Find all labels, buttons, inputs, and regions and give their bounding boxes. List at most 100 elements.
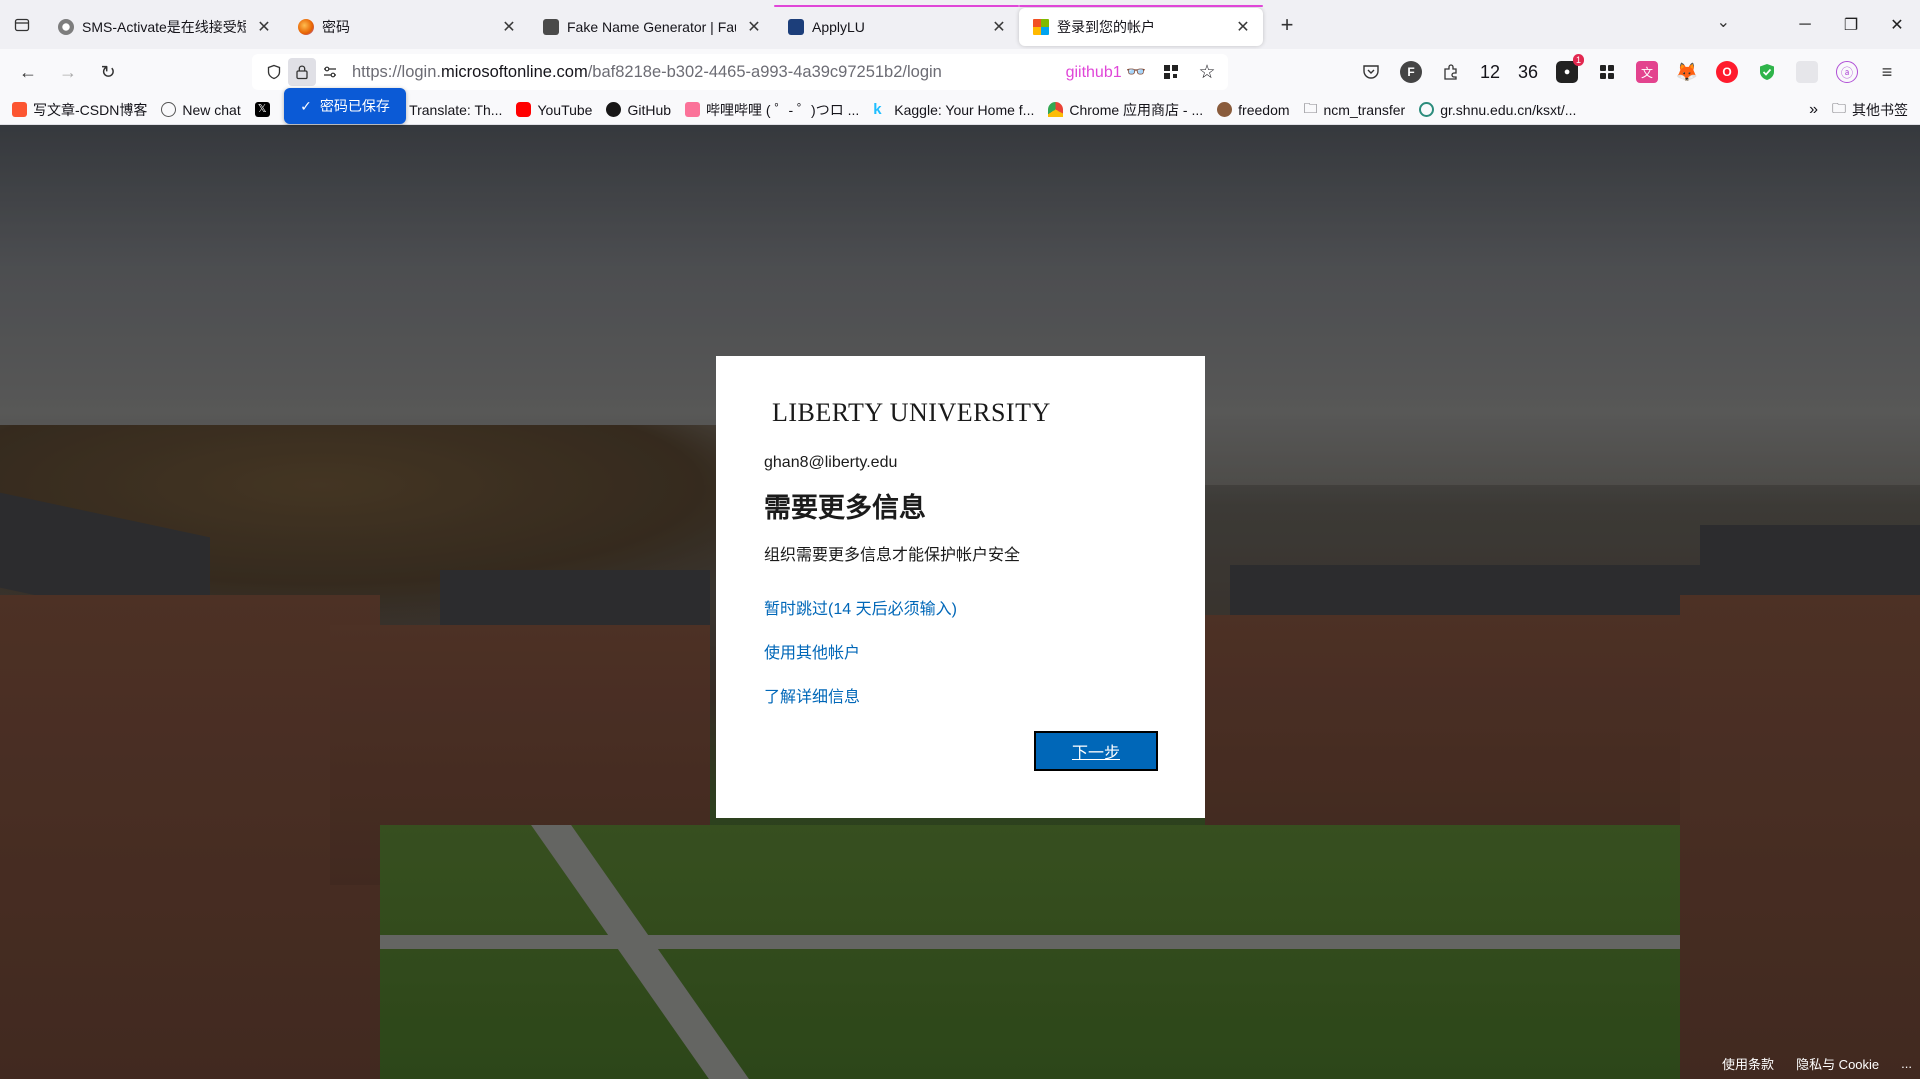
bookmark-bilibili[interactable]: 哔哩哔哩 ( ゜- ゜)つロ ...: [685, 100, 859, 120]
profile-avatar-icon[interactable]: ⓐ: [1836, 61, 1859, 83]
tab-passwords[interactable]: 密码 ✕: [284, 8, 529, 46]
bookmark-label: New chat: [182, 101, 241, 118]
shnu-icon: [1419, 102, 1435, 117]
pocket-icon[interactable]: [1360, 61, 1382, 83]
next-button[interactable]: 下一步: [1034, 731, 1158, 771]
extension-blank-icon[interactable]: [1796, 61, 1819, 83]
opera-icon[interactable]: O: [1716, 61, 1739, 83]
menu-hamburger-icon[interactable]: ≡: [1876, 61, 1898, 83]
bookmark-label: YouTube: [537, 101, 593, 118]
close-icon[interactable]: ✕: [254, 17, 274, 37]
bookmark-label: Chrome 应用商店 - ...: [1069, 101, 1204, 118]
terms-of-use-link[interactable]: 使用条款: [1722, 1054, 1774, 1073]
fake-name-generator-favicon-icon: [543, 18, 559, 35]
password-saved-text: 密码已保存: [319, 98, 390, 114]
kaggle-icon: k: [873, 101, 882, 118]
new-tab-button[interactable]: +: [1269, 7, 1305, 43]
tab-sms-activate[interactable]: SMS-Activate是在线接受短信的 ✕: [44, 8, 284, 46]
youtube-icon: [516, 102, 532, 117]
metamask-fox-icon[interactable]: 🦊: [1676, 61, 1698, 83]
signin-card: LIBERTY UNIVERSITY ghan8@liberty.edu 需要更…: [716, 356, 1205, 818]
extension-counter[interactable]: 12: [1480, 62, 1500, 83]
privacy-cookies-link[interactable]: 隐私与 Cookie: [1796, 1054, 1879, 1073]
bookmark-ncm-transfer[interactable]: 🗀 ncm_transfer: [1304, 98, 1406, 122]
page-description: 组织需要更多信息才能保护帐户安全: [764, 547, 1021, 564]
url-path: /baf8218e-b302-4465-a993-4a39c97251b2/lo…: [587, 62, 942, 81]
bookmark-youtube[interactable]: YouTube: [516, 102, 592, 118]
organization-logo: LIBERTY UNIVERSITY: [772, 398, 1051, 427]
freedom-icon: [1217, 102, 1233, 117]
more-options-link[interactable]: ...: [1901, 1056, 1912, 1071]
checkmark-icon: ✓: [300, 97, 312, 114]
translate-icon[interactable]: 文: [1636, 61, 1659, 83]
bookmark-kaggle[interactable]: k Kaggle: Your Home f...: [873, 102, 1034, 118]
shield-check-icon[interactable]: [1756, 61, 1778, 83]
tracking-protection-shield-icon[interactable]: [260, 58, 288, 86]
x-logo-icon: 𝕏: [254, 102, 270, 117]
close-icon[interactable]: ✕: [1233, 17, 1253, 37]
chevron-down-icon[interactable]: ⌄: [1717, 12, 1730, 32]
bookmarks-right: » 🗀 其他书签: [1809, 95, 1908, 125]
folder-icon: 🗀: [1303, 99, 1318, 116]
tab-title: 密码: [322, 18, 350, 35]
bilibili-icon: [685, 102, 701, 117]
url-bar[interactable]: https://login.microsoftonline.com/baf821…: [252, 54, 1228, 90]
password-extension-label[interactable]: giithub1 👓: [1066, 62, 1146, 82]
use-another-account-link[interactable]: 使用其他帐户: [764, 639, 1157, 663]
bookmark-chrome-store[interactable]: Chrome 应用商店 - ...: [1048, 100, 1203, 120]
learn-more-link[interactable]: 了解详细信息: [764, 683, 1157, 707]
restore-icon[interactable]: ❐: [1828, 15, 1874, 35]
permissions-icon[interactable]: [316, 58, 344, 86]
notification-badge: 1: [1573, 54, 1585, 66]
extension-label-text: giithub1: [1065, 64, 1122, 81]
bookmark-other-folder[interactable]: 🗀 其他书签: [1832, 98, 1908, 122]
sms-activate-favicon-icon: [58, 18, 74, 35]
close-icon[interactable]: ✕: [989, 17, 1009, 37]
bookmark-csdn[interactable]: 写文章-CSDN博客: [12, 100, 147, 120]
bookmark-label: 写文章-CSDN博客: [33, 101, 148, 118]
tab-microsoft-signin[interactable]: 登录到您的帐户 ✕: [1019, 4, 1263, 46]
tab-strip: SMS-Activate是在线接受短信的 ✕ 密码 ✕ Fake Name Ge…: [0, 0, 1920, 49]
tab-fake-name-generator[interactable]: Fake Name Generator | FauxID ✕: [529, 8, 774, 46]
window-controls: ─ ❐ ✕: [1782, 0, 1920, 49]
skip-for-now-link[interactable]: 暂时跳过(14 天后必须输入): [764, 595, 1157, 619]
bookmark-freedom[interactable]: freedom: [1217, 101, 1290, 118]
extension-badge-icon[interactable]: ● 1: [1556, 54, 1585, 83]
close-icon[interactable]: ✕: [744, 17, 764, 37]
url-bar-actions: giithub1 👓 ☆: [1066, 54, 1218, 90]
url-text[interactable]: https://login.microsoftonline.com/baf821…: [352, 63, 942, 82]
csdn-icon: [12, 102, 27, 117]
url-prefix: https://login.: [352, 62, 441, 81]
tab-applylu[interactable]: ApplyLU ✕: [774, 4, 1019, 46]
extensions-toolbar: F 12 36 ● 1 文 🦊 O ⓐ ≡: [1360, 49, 1898, 95]
tab-title: 登录到您的帐户: [1057, 18, 1155, 35]
bookmark-label: ncm_transfer: [1323, 101, 1406, 118]
extensions-puzzle-icon[interactable]: [1440, 61, 1462, 83]
bookmark-shnu[interactable]: gr.shnu.edu.cn/ksxt/...: [1419, 102, 1576, 118]
bookmark-label: GitHub: [627, 101, 672, 118]
bookmark-github[interactable]: GitHub: [606, 102, 671, 118]
back-button[interactable]: ←: [8, 56, 48, 88]
firefox-icon: [298, 18, 314, 35]
forward-button[interactable]: →: [48, 56, 88, 88]
tab-title: SMS-Activate是在线接受短信的: [82, 18, 246, 35]
tab-title: ApplyLU: [812, 18, 865, 35]
extension-counter[interactable]: 36: [1518, 62, 1538, 83]
glasses-icon: 👓: [1126, 64, 1146, 81]
bookmark-star-icon[interactable]: ☆: [1196, 61, 1218, 83]
list-all-tabs-icon[interactable]: [0, 0, 44, 49]
extension-f-icon[interactable]: F: [1400, 61, 1422, 83]
qr-code-icon[interactable]: [1160, 61, 1182, 83]
close-window-icon[interactable]: ✕: [1874, 15, 1920, 35]
chevron-double-right-icon[interactable]: »: [1809, 101, 1818, 119]
lock-icon[interactable]: [288, 58, 316, 86]
close-icon[interactable]: ✕: [499, 17, 519, 37]
bookmark-label: freedom: [1238, 101, 1290, 118]
page-title: 需要更多信息: [764, 493, 926, 523]
user-identity: ghan8@liberty.edu: [764, 454, 898, 471]
apps-grid-icon[interactable]: [1596, 61, 1618, 83]
minimize-icon[interactable]: ─: [1782, 16, 1828, 34]
bookmark-new-chat[interactable]: New chat: [161, 101, 241, 118]
reload-button[interactable]: ↻: [88, 56, 128, 88]
chatgpt-icon: [161, 102, 177, 117]
